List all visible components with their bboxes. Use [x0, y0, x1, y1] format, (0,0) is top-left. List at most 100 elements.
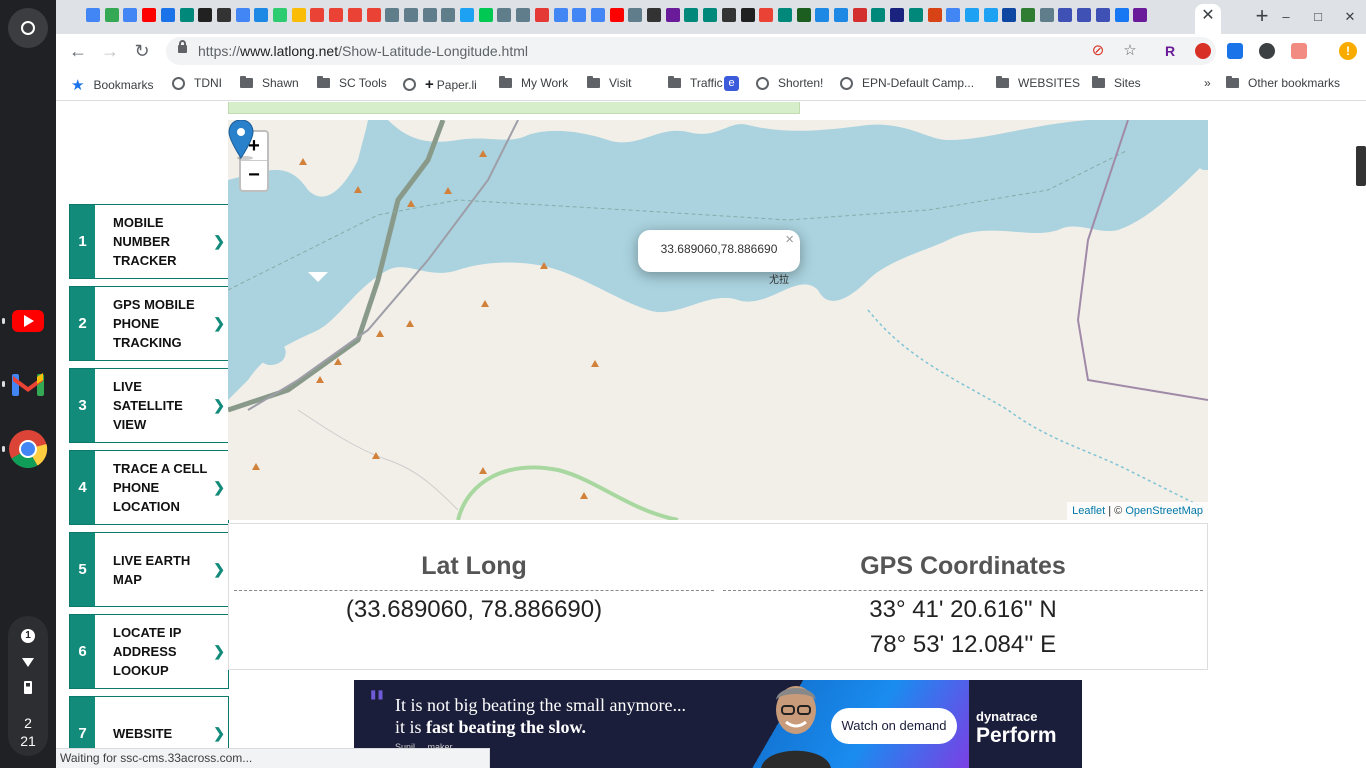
forward-button[interactable]: →	[98, 39, 122, 63]
pinned-tab-favicon[interactable]	[1002, 8, 1017, 22]
pinned-tab-favicon[interactable]	[740, 8, 755, 22]
pinned-tab-favicon[interactable]	[665, 8, 680, 22]
pinned-tab-favicon[interactable]	[1133, 8, 1148, 22]
pinned-tab-favicon[interactable]	[534, 8, 549, 22]
bookmark-item[interactable]: Shorten!	[756, 76, 823, 90]
pinned-tab-favicon[interactable]	[647, 8, 661, 22]
pinned-tab-favicon[interactable]	[946, 8, 961, 22]
pinned-tab-favicon[interactable]	[441, 8, 456, 22]
watch-on-demand-button[interactable]: Watch on demand	[831, 708, 957, 744]
pinned-tab-favicon[interactable]	[1021, 8, 1035, 22]
extension-r-icon[interactable]: R	[1162, 43, 1178, 59]
pinned-tab-favicon[interactable]	[703, 8, 718, 22]
map-pin-icon[interactable]	[228, 120, 254, 160]
pinned-tab-favicon[interactable]	[478, 8, 493, 22]
pinned-tab-favicon[interactable]	[460, 8, 474, 22]
pinned-tab-favicon[interactable]	[1058, 8, 1073, 22]
pinned-tab-favicon[interactable]	[403, 8, 418, 22]
pinned-tab-favicon[interactable]	[273, 8, 287, 22]
pinned-tab-favicon[interactable]	[890, 8, 905, 22]
pinned-tab-favicon[interactable]	[983, 8, 998, 22]
sponsored-link[interactable]: 6 LOCATE IP ADDRESS LOOKUP ❯	[69, 614, 229, 689]
pinned-tab-favicon[interactable]	[497, 8, 512, 22]
pinned-tab-favicon[interactable]	[964, 8, 979, 22]
bookmark-folder[interactable]: My Work	[499, 76, 568, 90]
leaflet-link[interactable]: Leaflet	[1072, 505, 1105, 517]
launcher-button[interactable]	[8, 8, 48, 48]
pinned-tab-favicon[interactable]	[721, 8, 736, 22]
address-bar[interactable]: https://www.latlong.net/Show-Latitude-Lo…	[166, 37, 1216, 65]
pinned-tab-favicon[interactable]	[385, 8, 400, 22]
pinned-tab-favicon[interactable]	[160, 8, 175, 22]
bookmark-folder[interactable]: WEBSITES	[996, 76, 1080, 90]
chrome-app-icon[interactable]	[8, 429, 48, 469]
extension-audio-icon[interactable]	[1259, 43, 1275, 59]
new-tab-button[interactable]: +	[1252, 5, 1272, 29]
extension-blue-icon[interactable]	[1227, 43, 1243, 59]
reload-button[interactable]: ↻	[130, 39, 154, 63]
pinned-tab-favicon[interactable]	[198, 8, 213, 22]
pinned-tab-favicon[interactable]	[1077, 8, 1092, 22]
youtube-app-icon[interactable]	[8, 301, 48, 341]
pinned-tab-favicon[interactable]	[609, 8, 624, 22]
sponsored-link[interactable]: 3 LIVE SATELLITE VIEW ❯	[69, 368, 229, 443]
pinned-tab-favicon[interactable]	[777, 8, 792, 22]
lock-icon[interactable]	[178, 40, 187, 53]
bookmark-folder[interactable]: SC Tools	[317, 76, 387, 90]
bookmark-folder[interactable]: Visit	[587, 76, 631, 90]
pinned-tab-favicon[interactable]	[1039, 8, 1054, 22]
pinned-tab-favicon[interactable]	[815, 8, 830, 22]
zoom-out-button[interactable]: −	[241, 161, 267, 190]
scrollbar-thumb[interactable]	[1356, 146, 1366, 186]
pinned-tab-favicon[interactable]	[310, 8, 325, 22]
pinned-tab-favicon[interactable]	[927, 8, 942, 22]
pinned-tab-favicon[interactable]	[422, 8, 437, 22]
pinned-tab-favicon[interactable]	[759, 8, 774, 22]
pinned-tab-favicon[interactable]	[123, 8, 138, 22]
pinned-tab-favicon[interactable]	[366, 8, 381, 22]
pinned-tab-favicon[interactable]	[628, 8, 643, 22]
sponsored-link[interactable]: 2 GPS MOBILE PHONE TRACKING ❯	[69, 286, 229, 361]
pinned-tab-favicon[interactable]	[216, 8, 231, 22]
pinned-tab-favicon[interactable]	[1114, 8, 1129, 22]
bookmark-folder[interactable]: Sites	[1092, 76, 1141, 90]
bookmark-item[interactable]: TDNI	[172, 76, 222, 90]
bookmark-folder[interactable]: Shawn	[240, 76, 299, 90]
pinned-tab-favicon[interactable]	[553, 8, 568, 22]
bookmark-item[interactable]: EPN-Default Camp...	[840, 76, 974, 90]
bookmarks-overflow-button[interactable]: »	[1204, 76, 1211, 90]
sponsored-link[interactable]: 5 LIVE EARTH MAP ❯	[69, 532, 229, 607]
bookmark-folder[interactable]: Traffic	[668, 76, 723, 90]
maximize-button[interactable]: □	[1308, 7, 1328, 27]
pinned-tab-favicon[interactable]	[142, 8, 157, 22]
pinned-tab-favicon[interactable]	[834, 8, 848, 22]
pinned-tab-favicon[interactable]	[347, 8, 362, 22]
sponsored-link[interactable]: 1 MOBILE NUMBER TRACKER ❯	[69, 204, 229, 279]
pinned-tab-favicon[interactable]	[329, 8, 344, 22]
pinned-tab-favicon[interactable]	[908, 8, 923, 22]
bookmark-item[interactable]: e	[724, 76, 748, 91]
popup-close-icon[interactable]: ×	[785, 232, 794, 248]
pinned-tab-favicon[interactable]	[254, 8, 269, 22]
blocked-content-icon[interactable]: ⊘	[1090, 43, 1106, 59]
pinned-tab-favicon[interactable]	[590, 8, 605, 22]
pinned-tab-favicon[interactable]	[1095, 8, 1110, 22]
status-tray[interactable]: 1 2 21	[8, 616, 48, 756]
url-text[interactable]: https://www.latlong.net/Show-Latitude-Lo…	[198, 43, 528, 59]
extension-mic-icon[interactable]	[1195, 43, 1211, 59]
pinned-tab-favicon[interactable]	[796, 8, 811, 22]
openstreetmap-link[interactable]: OpenStreetMap	[1125, 505, 1203, 517]
other-bookmarks[interactable]: Other bookmarks	[1226, 76, 1340, 90]
gmail-app-icon[interactable]	[8, 364, 48, 404]
minimize-button[interactable]: –	[1276, 7, 1296, 27]
pinned-tab-favicon[interactable]	[291, 8, 306, 22]
pinned-tab-favicon[interactable]	[179, 8, 194, 22]
sponsored-link[interactable]: 4 TRACE A CELL PHONE LOCATION ❯	[69, 450, 229, 525]
close-window-button[interactable]: ✕	[1340, 7, 1360, 27]
close-tab-icon[interactable]: ✕	[1200, 6, 1216, 26]
pinned-tab-favicon[interactable]	[104, 8, 119, 22]
pinned-tab-favicon[interactable]	[684, 8, 699, 22]
pinned-tab-favicon[interactable]	[235, 8, 250, 22]
chrome-update-icon[interactable]: !	[1339, 42, 1357, 60]
leaflet-map[interactable]: + − 尤拉 33.689060,78.886690 × Leaflet | ©…	[228, 120, 1208, 520]
